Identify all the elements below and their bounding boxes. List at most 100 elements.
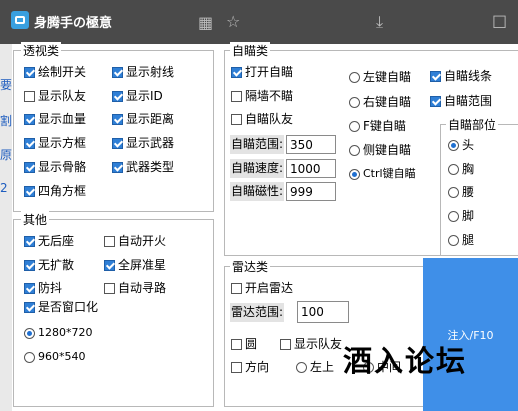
- checkbox[interactable]: [231, 66, 242, 78]
- resolution-option[interactable]: 960*540: [24, 349, 86, 365]
- background-text: 原: [0, 148, 13, 162]
- download-icon[interactable]: ⤓: [376, 12, 383, 32]
- radio[interactable]: [24, 351, 35, 363]
- checkbox[interactable]: [24, 113, 35, 125]
- checkbox[interactable]: [24, 185, 35, 197]
- resolution-option[interactable]: 1280*720: [24, 325, 93, 341]
- checkbox[interactable]: [24, 235, 35, 247]
- checkbox[interactable]: [24, 137, 35, 149]
- aim-extra-option[interactable]: 自瞄线条: [430, 68, 492, 84]
- checkbox[interactable]: [24, 282, 35, 294]
- esp-option[interactable]: 显示ID: [112, 88, 163, 104]
- checkbox[interactable]: [430, 70, 441, 82]
- esp-option[interactable]: 显示骨骼: [24, 159, 86, 175]
- aim-part-option[interactable]: 脚: [448, 208, 474, 224]
- checkbox[interactable]: [24, 259, 35, 271]
- esp-option[interactable]: 显示血量: [24, 111, 86, 127]
- checkbox[interactable]: [231, 282, 242, 294]
- checkbox[interactable]: [231, 90, 242, 102]
- aim-key-option[interactable]: 左键自瞄: [349, 69, 411, 85]
- option-label: 无后座: [38, 234, 75, 248]
- checkbox[interactable]: [24, 66, 35, 78]
- aim-range-input[interactable]: [286, 135, 336, 154]
- other-option[interactable]: 全屏准星: [104, 257, 166, 273]
- checkbox[interactable]: [104, 282, 115, 294]
- maximize-icon[interactable]: □: [492, 11, 507, 30]
- checkbox[interactable]: [231, 113, 242, 125]
- radio[interactable]: [349, 96, 360, 108]
- other-option[interactable]: 防抖: [24, 280, 62, 296]
- grid-icon[interactable]: ▦: [198, 13, 213, 32]
- aim-part-option[interactable]: 胸: [448, 161, 474, 177]
- radio[interactable]: [296, 361, 307, 373]
- other-option[interactable]: 自动开火: [104, 233, 166, 249]
- esp-option[interactable]: 绘制开关: [24, 64, 86, 80]
- option-label: 显示距离: [126, 112, 175, 126]
- aim-magnetism-label: 自瞄磁性:: [230, 182, 285, 201]
- aim-magnetism-input[interactable]: [286, 182, 336, 201]
- esp-option[interactable]: 显示距离: [112, 111, 174, 127]
- radar-range-input[interactable]: [297, 301, 349, 323]
- option-label: 显示队友: [38, 89, 87, 103]
- radio[interactable]: [448, 163, 459, 175]
- radio[interactable]: [349, 120, 360, 132]
- radar-open-option[interactable]: 开启雷达: [231, 280, 293, 296]
- checkbox[interactable]: [112, 137, 123, 149]
- inject-button[interactable]: 注入/F10: [423, 258, 518, 411]
- esp-option[interactable]: 显示射线: [112, 64, 174, 80]
- esp-option[interactable]: 显示方框: [24, 135, 86, 151]
- aim-extra-option[interactable]: 自瞄范围: [430, 93, 492, 109]
- checkbox[interactable]: [430, 95, 441, 107]
- aim-key-option[interactable]: F键自瞄: [349, 118, 406, 134]
- esp-option[interactable]: 显示武器: [112, 135, 174, 151]
- other-option[interactable]: 无扩散: [24, 257, 74, 273]
- star-icon[interactable]: ☆: [226, 12, 240, 31]
- esp-option[interactable]: 武器类型: [112, 159, 174, 175]
- radio[interactable]: [349, 168, 360, 180]
- radar-position-option[interactable]: 左上: [296, 359, 334, 375]
- checkbox[interactable]: [231, 338, 242, 350]
- aim-speed-input[interactable]: [286, 159, 336, 178]
- radar-option[interactable]: 方向: [231, 359, 269, 375]
- aim-part-option[interactable]: 腿: [448, 232, 474, 248]
- checkbox[interactable]: [112, 90, 123, 102]
- radio[interactable]: [349, 144, 360, 156]
- esp-option[interactable]: 显示队友: [24, 88, 86, 104]
- radio[interactable]: [448, 210, 459, 222]
- radio[interactable]: [349, 71, 360, 83]
- aim-part-option[interactable]: 头: [448, 137, 474, 153]
- esp-option[interactable]: 四角方框: [24, 183, 86, 199]
- radar-option[interactable]: 显示队友: [280, 336, 342, 352]
- checkbox[interactable]: [104, 235, 115, 247]
- aim-range-label: 自瞄范围:: [230, 135, 285, 154]
- checkbox[interactable]: [112, 66, 123, 78]
- aim-option[interactable]: 打开自瞄: [231, 64, 293, 80]
- windowed-option[interactable]: 是否窗口化: [24, 299, 98, 315]
- aim-part-option[interactable]: 腰: [448, 184, 474, 200]
- checkbox[interactable]: [24, 301, 35, 313]
- option-label: 显示方框: [38, 136, 87, 150]
- option-label: 右键自瞄: [363, 95, 412, 109]
- aim-option[interactable]: 隔墙不瞄: [231, 88, 293, 104]
- checkbox[interactable]: [112, 161, 123, 173]
- other-option[interactable]: 无后座: [24, 233, 74, 249]
- aim-group-title: 自瞄类: [230, 42, 271, 59]
- aim-option[interactable]: 自瞄队友: [231, 111, 293, 127]
- aim-key-option[interactable]: 右键自瞄: [349, 94, 411, 110]
- radar-option[interactable]: 圆: [231, 336, 257, 352]
- radio[interactable]: [448, 186, 459, 198]
- radio[interactable]: [24, 327, 35, 339]
- checkbox[interactable]: [231, 361, 242, 373]
- radio[interactable]: [448, 139, 459, 151]
- aim-key-option[interactable]: Ctrl键自瞄: [349, 166, 416, 182]
- radio[interactable]: [448, 234, 459, 246]
- checkbox[interactable]: [112, 113, 123, 125]
- checkbox[interactable]: [104, 259, 115, 271]
- checkbox[interactable]: [24, 90, 35, 102]
- option-label: 自动寻路: [118, 281, 167, 295]
- option-label: 隔墙不瞄: [245, 89, 294, 103]
- checkbox[interactable]: [280, 338, 291, 350]
- aim-key-option[interactable]: 侧键自瞄: [349, 142, 411, 158]
- other-option[interactable]: 自动寻路: [104, 280, 166, 296]
- checkbox[interactable]: [24, 161, 35, 173]
